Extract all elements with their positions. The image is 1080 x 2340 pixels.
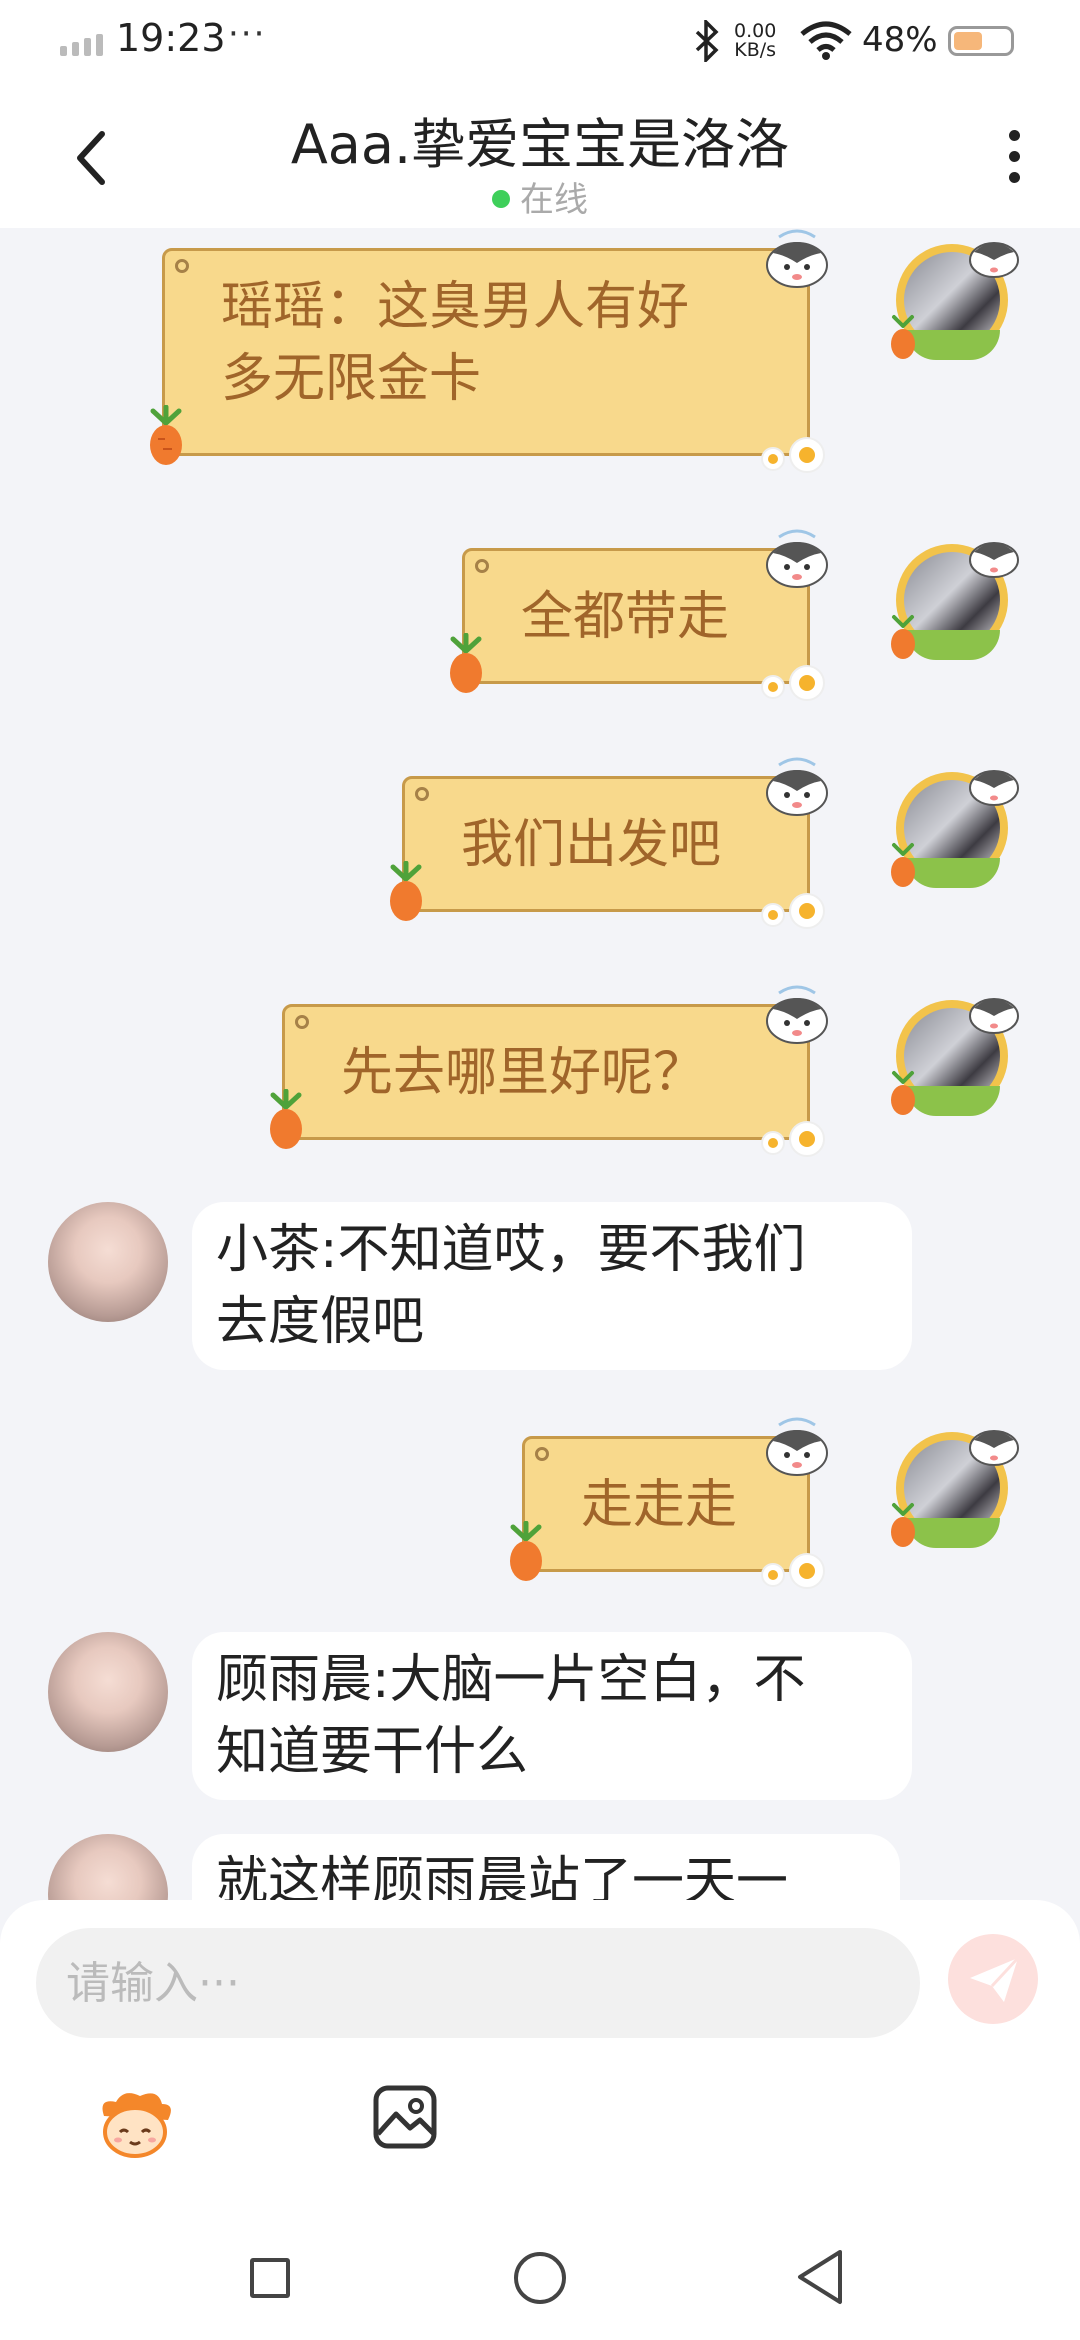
chat-header: Aaa.挚爱宝宝是洛洛 在线 bbox=[0, 88, 1080, 228]
cat-frame-icon bbox=[969, 1430, 1019, 1466]
message-text-line: 走走走 bbox=[581, 1475, 738, 1535]
online-status-label: 在线 bbox=[520, 180, 588, 220]
sent-message-bubble[interactable]: 先去哪里好呢？ bbox=[270, 985, 828, 1157]
sent-message-bubble[interactable]: 走走走 bbox=[510, 1417, 828, 1589]
carrot-icon bbox=[390, 861, 422, 921]
received-message-bubble[interactable]: 就这样顾雨晨站了一天一 bbox=[192, 1834, 900, 1900]
received-message-bubble[interactable]: 小茶:不知道哎，要不我们 去度假吧 bbox=[192, 1202, 912, 1370]
egg-decoration-icon bbox=[761, 437, 825, 473]
online-dot-icon bbox=[492, 189, 510, 208]
message-text-line: 我们出发吧 bbox=[461, 815, 722, 875]
bluetooth-icon bbox=[695, 20, 719, 62]
cat-sticker-icon bbox=[766, 757, 828, 816]
emoji-sticker-icon[interactable] bbox=[94, 2088, 176, 2160]
wifi-icon bbox=[800, 21, 852, 60]
pin-icon bbox=[535, 1447, 549, 1461]
carrot-icon bbox=[891, 1503, 915, 1547]
message-text-line: 就这样顾雨晨站了一天一 bbox=[216, 1852, 789, 1900]
cat-sticker-icon bbox=[766, 229, 828, 288]
self-avatar[interactable] bbox=[886, 1422, 1020, 1556]
send-button[interactable] bbox=[948, 1934, 1038, 2024]
pin-icon bbox=[475, 559, 489, 573]
status-more-dots: ··· bbox=[228, 14, 267, 54]
status-bar: 19:23 ··· 0.00 KB/s 48% bbox=[0, 0, 1080, 88]
contact-avatar[interactable] bbox=[48, 1834, 168, 1900]
status-time: 19:23 bbox=[116, 16, 226, 60]
contact-avatar[interactable] bbox=[48, 1202, 168, 1322]
battery-percent: 48% bbox=[862, 20, 938, 60]
cat-sticker-icon bbox=[766, 529, 828, 588]
self-avatar[interactable] bbox=[886, 534, 1020, 668]
carrot-icon bbox=[510, 1521, 542, 1581]
carrot-icon bbox=[450, 633, 482, 693]
message-input[interactable] bbox=[36, 1928, 920, 2038]
egg-decoration-icon bbox=[761, 665, 825, 701]
carrot-icon bbox=[891, 615, 915, 659]
message-text-line: 知道要干什么 bbox=[216, 1722, 529, 1782]
pin-icon bbox=[175, 259, 189, 273]
self-avatar[interactable] bbox=[886, 990, 1020, 1124]
contact-avatar[interactable] bbox=[48, 1632, 168, 1752]
egg-decoration-icon bbox=[761, 893, 825, 929]
cat-frame-icon bbox=[969, 242, 1019, 278]
recent-apps-square-icon[interactable] bbox=[250, 2258, 290, 2298]
sent-message-bubble[interactable]: 全都带走 bbox=[450, 529, 828, 701]
chat-message-list[interactable]: 瑶瑶：这臭男人有好 多无限金卡 全都带走 我们出发吧 先去哪里好呢？ 小茶:不知… bbox=[0, 228, 1080, 1900]
cat-frame-icon bbox=[969, 998, 1019, 1034]
network-speed: 0.00 KB/s bbox=[734, 22, 776, 60]
cat-sticker-icon bbox=[766, 985, 828, 1044]
image-icon[interactable] bbox=[372, 2084, 438, 2150]
home-circle-icon[interactable] bbox=[514, 2252, 566, 2304]
message-text-line: 顾雨晨:大脑一片空白，不 bbox=[216, 1650, 806, 1710]
carrot-icon bbox=[891, 843, 915, 887]
carrot-icon bbox=[891, 315, 915, 359]
signal-icon bbox=[60, 34, 103, 56]
self-avatar[interactable] bbox=[886, 762, 1020, 896]
carrot-icon bbox=[891, 1071, 915, 1115]
paper-plane-icon bbox=[970, 1956, 1020, 2002]
egg-decoration-icon bbox=[761, 1121, 825, 1157]
message-text-line: 全都带走 bbox=[521, 587, 730, 647]
chat-title: Aaa.挚爱宝宝是洛洛 bbox=[290, 113, 790, 176]
back-triangle-icon[interactable] bbox=[796, 2248, 844, 2306]
sent-message-bubble[interactable]: 瑶瑶：这臭男人有好 多无限金卡 bbox=[150, 229, 828, 473]
egg-decoration-icon bbox=[761, 1553, 825, 1589]
carrot-icon bbox=[150, 405, 182, 465]
received-message-bubble[interactable]: 顾雨晨:大脑一片空白，不 知道要干什么 bbox=[192, 1632, 912, 1800]
cat-sticker-icon bbox=[766, 1417, 828, 1476]
network-speed-unit: KB/s bbox=[734, 39, 777, 61]
system-nav-bar bbox=[0, 2200, 1080, 2340]
self-avatar[interactable] bbox=[886, 234, 1020, 368]
more-options-icon[interactable] bbox=[1004, 130, 1024, 190]
message-text-line: 多无限金卡 bbox=[221, 349, 482, 409]
cat-frame-icon bbox=[969, 770, 1019, 806]
message-text-line: 瑶瑶：这臭男人有好 bbox=[221, 277, 690, 337]
message-text-line: 先去哪里好呢？ bbox=[341, 1043, 706, 1103]
pin-icon bbox=[295, 1015, 309, 1029]
battery-icon bbox=[948, 26, 1014, 56]
sent-message-bubble[interactable]: 我们出发吧 bbox=[390, 757, 828, 929]
message-text-line: 去度假吧 bbox=[216, 1292, 425, 1352]
online-status: 在线 bbox=[0, 172, 1080, 221]
composer-panel bbox=[0, 1900, 1080, 2200]
message-text-line: 小茶:不知道哎，要不我们 bbox=[216, 1220, 806, 1280]
carrot-icon bbox=[270, 1089, 302, 1149]
cat-frame-icon bbox=[969, 542, 1019, 578]
pin-icon bbox=[415, 787, 429, 801]
